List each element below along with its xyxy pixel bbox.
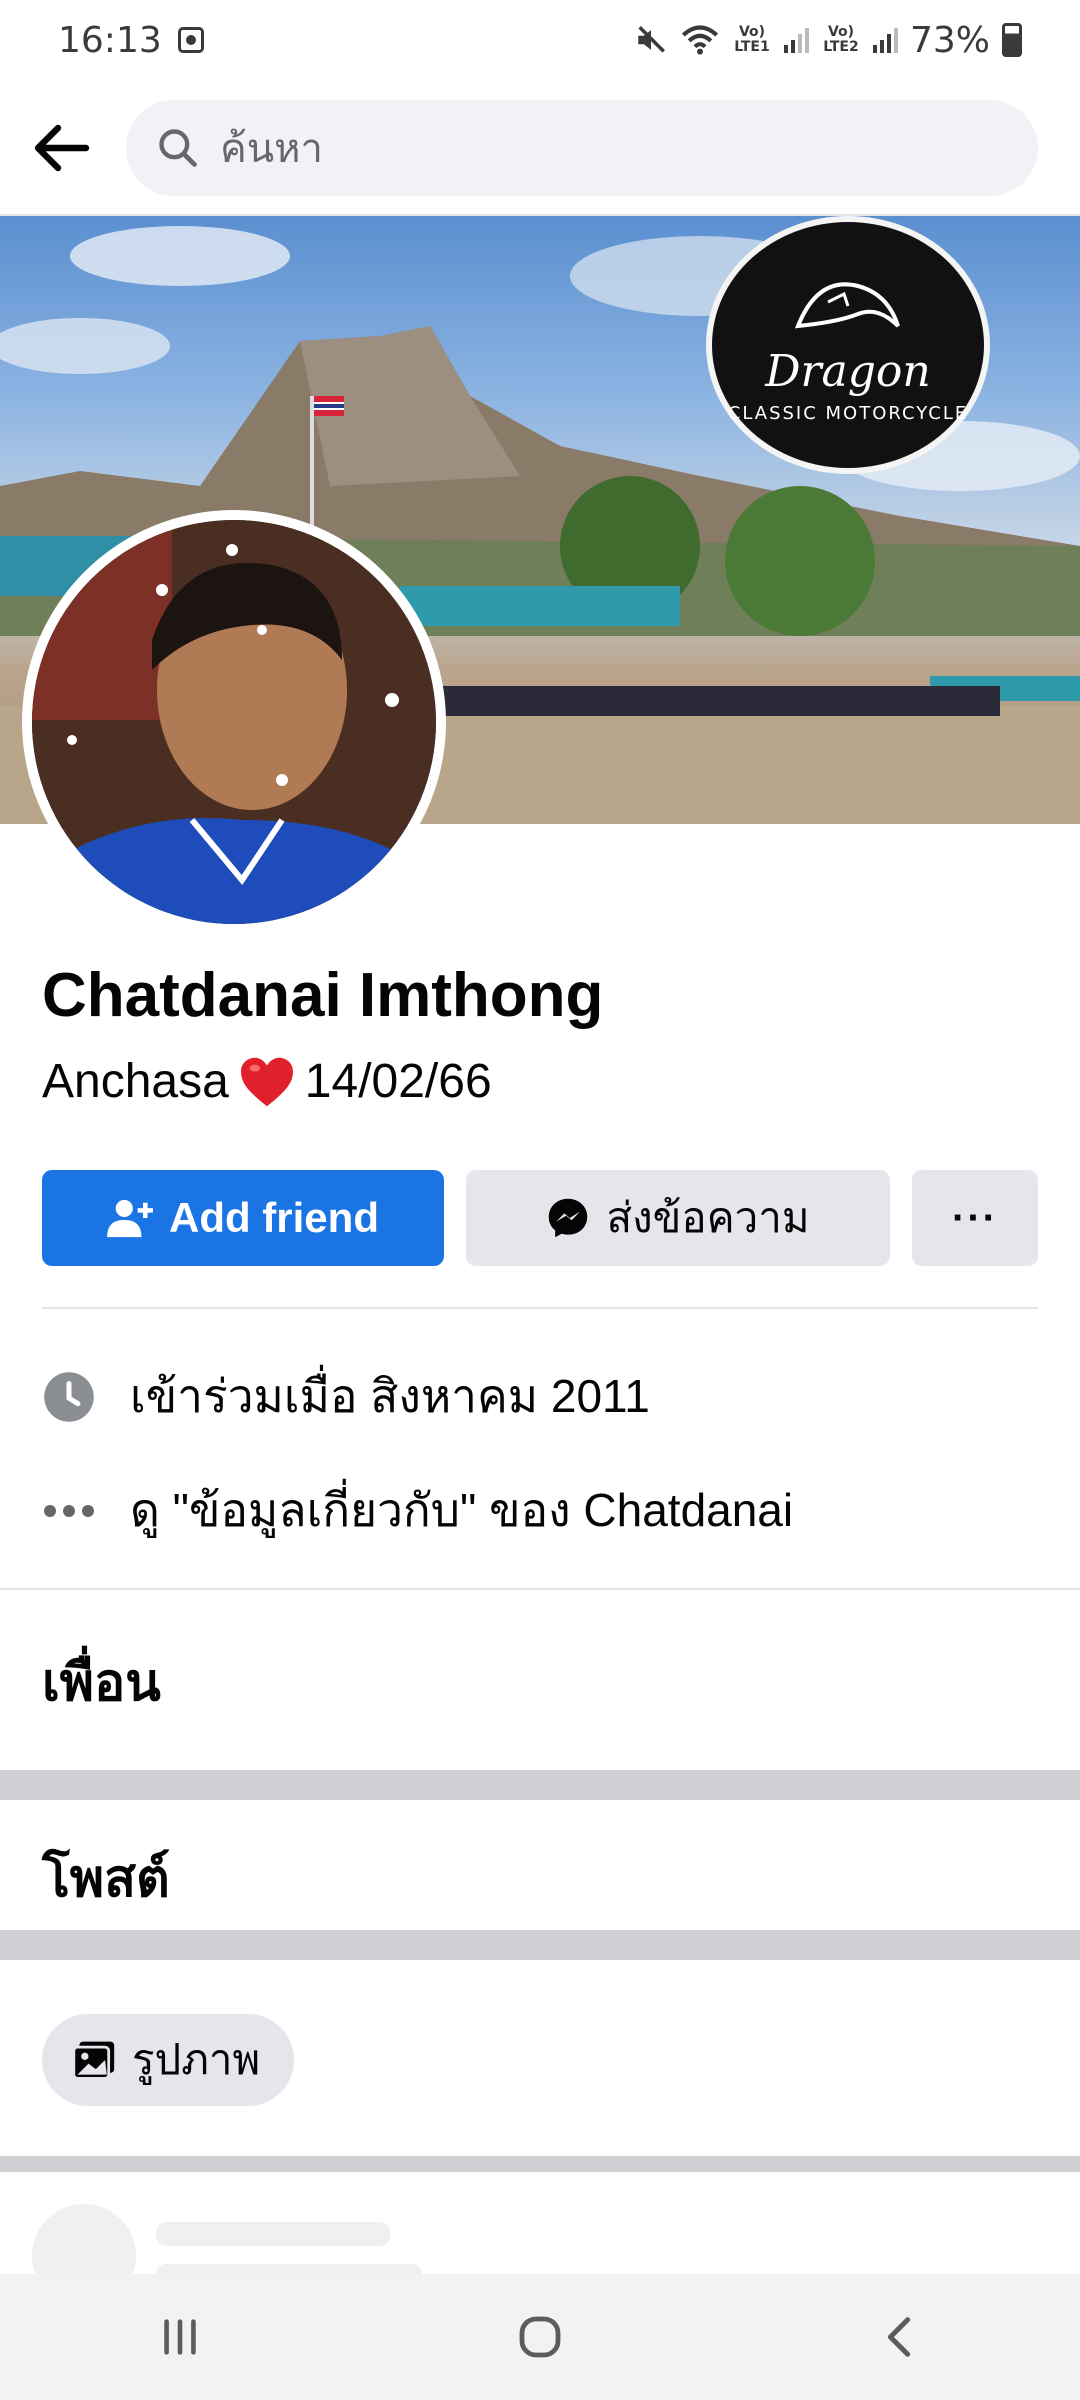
signal-icon xyxy=(783,27,809,53)
home-icon[interactable] xyxy=(495,2292,585,2382)
status-time: 16:13 xyxy=(58,19,162,61)
wifi-icon xyxy=(681,25,719,55)
photos-chip-button[interactable]: รูปภาพ xyxy=(42,2014,295,2106)
avatar-silhouette xyxy=(32,520,436,924)
profile-name: Chatdanai Imthong xyxy=(42,961,604,1030)
sim2-label: Vo) LTE2 xyxy=(823,24,859,55)
status-bar: 16:13 Vo) LTE1 Vo) LTE2 73% xyxy=(0,0,1080,80)
about-row[interactable]: ดู "ข้อมูลเกี่ยวกับ" ของ Chatdanai xyxy=(42,1474,1038,1547)
joined-text: เข้าร่วมเมื่อ สิงหาคม 2011 xyxy=(130,1370,650,1422)
posts-heading: โพสต์ xyxy=(42,1850,170,1908)
section-separator xyxy=(0,1770,1080,1800)
add-person-icon xyxy=(107,1197,153,1239)
screen-record-icon xyxy=(177,27,204,53)
arrow-left-icon[interactable] xyxy=(32,118,92,178)
messenger-icon xyxy=(546,1196,590,1240)
avatar-photo xyxy=(32,520,436,924)
more-label: ··· xyxy=(952,1195,998,1240)
search-header: ค้นหา xyxy=(0,100,1080,196)
post-skeleton-line xyxy=(156,2222,390,2246)
more-options-button[interactable]: ··· xyxy=(912,1170,1038,1266)
about-text: ดู "ข้อมูลเกี่ยวกับ" ของ Chatdanai xyxy=(130,1484,794,1536)
section-divider xyxy=(0,1588,1080,1590)
photos-chip-label: รูปภาพ xyxy=(132,2036,261,2083)
search-icon xyxy=(159,129,197,167)
bio-text-before: Anchasa xyxy=(42,1055,229,1108)
intro-divider xyxy=(42,1307,1038,1309)
recent-apps-icon[interactable] xyxy=(135,2292,225,2382)
badge-title: Dragon xyxy=(765,346,931,397)
friends-heading: เพื่อน xyxy=(42,1654,161,1712)
section-separator xyxy=(0,1930,1080,1960)
battery-icon xyxy=(1002,23,1022,57)
add-friend-label: Add friend xyxy=(169,1194,379,1241)
badge-subtitle: CLASSIC MOTORCYCLE xyxy=(727,403,969,424)
battery-percent: 73% xyxy=(909,19,990,61)
section-separator xyxy=(0,2156,1080,2172)
search-placeholder: ค้นหา xyxy=(220,126,323,172)
back-icon[interactable] xyxy=(855,2292,945,2382)
mute-icon xyxy=(638,25,665,53)
search-input[interactable]: ค้นหา xyxy=(126,100,1038,196)
joined-row: เข้าร่วมเมื่อ สิงหาคม 2011 xyxy=(42,1360,1038,1433)
more-dots-icon xyxy=(42,1484,96,1538)
message-button[interactable]: ส่งข้อความ xyxy=(466,1170,890,1266)
add-friend-button[interactable]: Add friend xyxy=(42,1170,444,1266)
sim1-label: Vo) LTE1 xyxy=(734,24,770,55)
system-nav-bar xyxy=(0,2274,1080,2400)
dragon-icon xyxy=(794,282,900,329)
cover-logo-badge: Dragon CLASSIC MOTORCYCLE xyxy=(706,216,990,474)
profile-bio: Anchasa 14/02/66 xyxy=(42,1054,492,1109)
message-label: ส่งข้อความ xyxy=(606,1194,810,1241)
signal-icon xyxy=(872,27,898,53)
heart-icon xyxy=(240,1057,293,1106)
profile-actions: Add friend ส่งข้อความ ··· xyxy=(42,1170,1038,1266)
profile-avatar[interactable] xyxy=(22,510,446,934)
photos-icon xyxy=(72,2039,116,2081)
bio-text-after: 14/02/66 xyxy=(304,1055,492,1108)
clock-icon xyxy=(42,1370,96,1424)
